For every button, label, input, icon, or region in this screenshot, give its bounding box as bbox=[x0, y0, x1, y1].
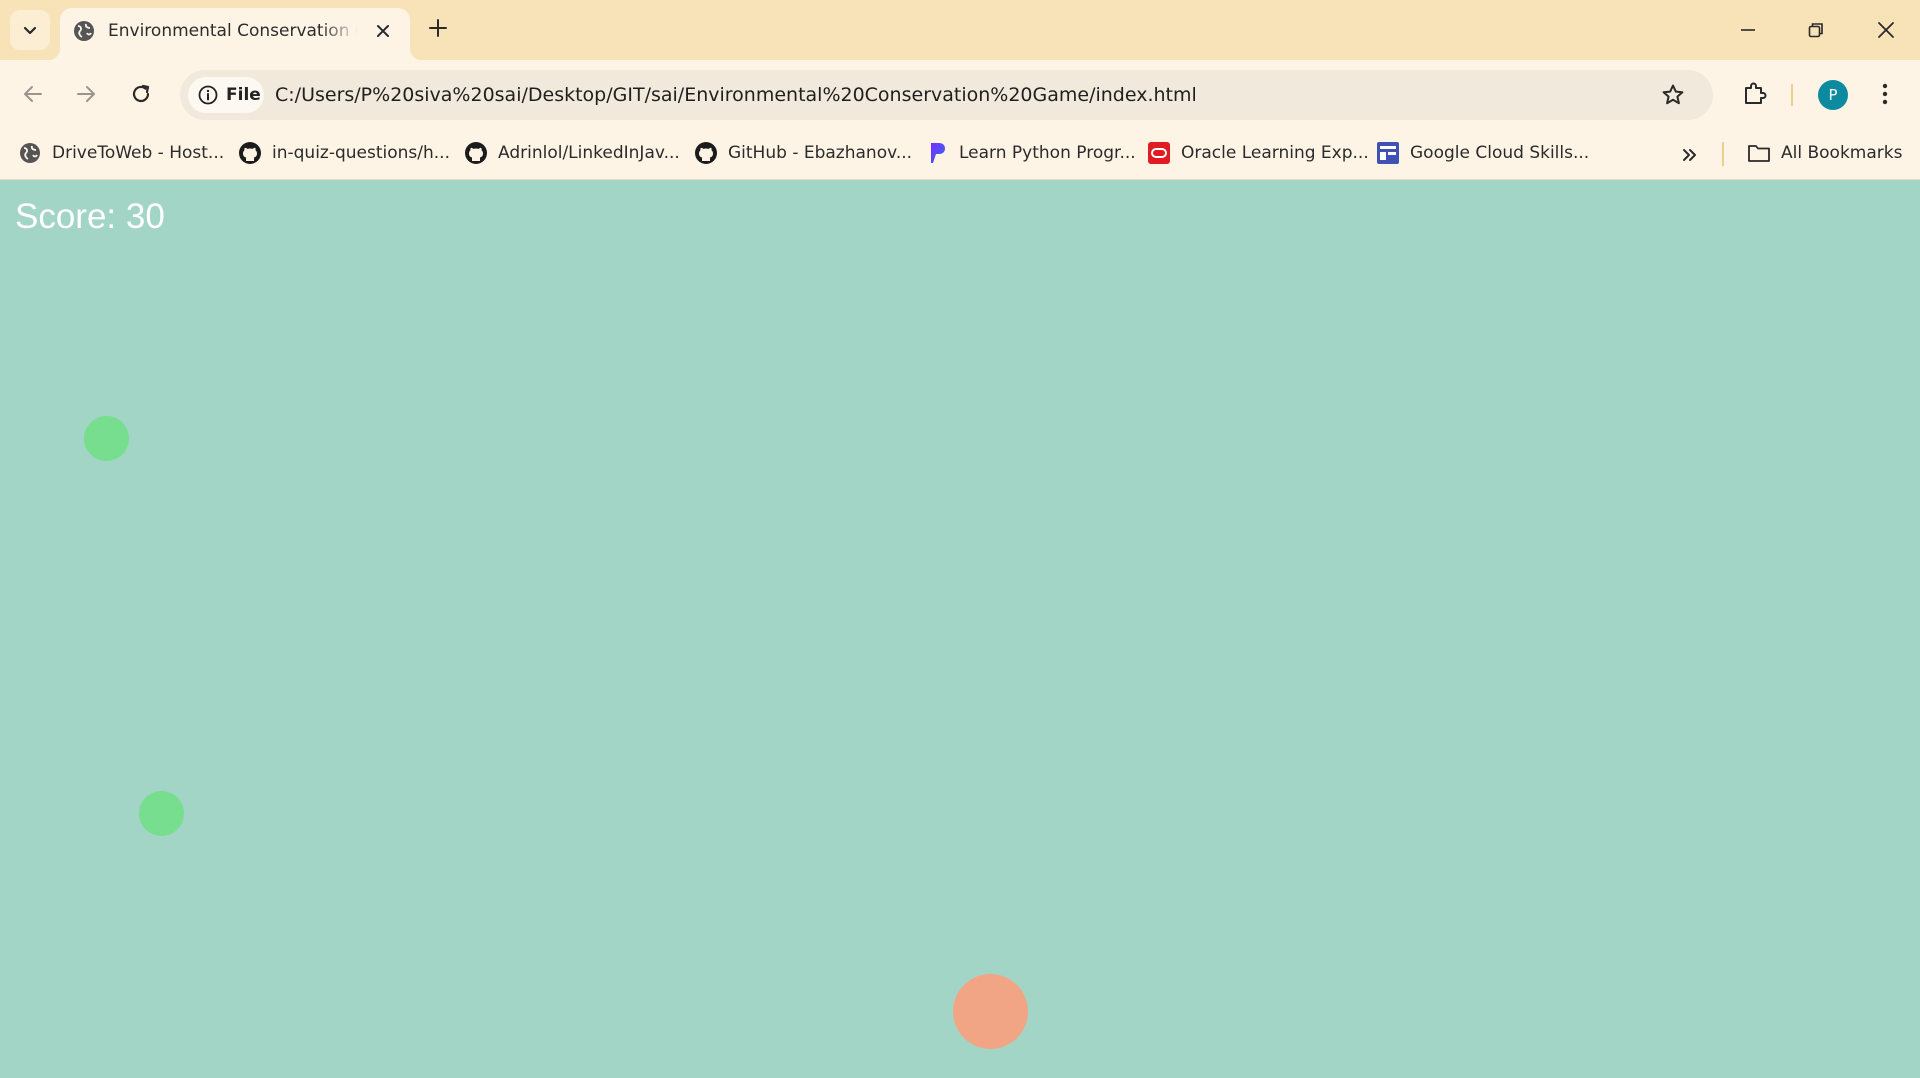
address-bar[interactable]: File C:/Users/P%20siva%20sai/Desktop/GIT… bbox=[180, 70, 1713, 120]
close-icon bbox=[1878, 22, 1894, 38]
folder-icon bbox=[1747, 141, 1771, 165]
all-bookmarks-button[interactable]: All Bookmarks bbox=[1747, 138, 1902, 168]
restore-icon bbox=[1808, 23, 1823, 38]
player-circle[interactable] bbox=[953, 974, 1028, 1049]
globe-icon bbox=[74, 21, 94, 41]
bookmark-item[interactable]: Learn Python Progr... bbox=[925, 138, 1136, 168]
bookmark-label: Oracle Learning Exp... bbox=[1181, 143, 1369, 163]
bookmark-star-button[interactable] bbox=[1660, 82, 1686, 108]
bookmark-label: GitHub - Ebazhanov... bbox=[728, 143, 913, 163]
extensions-button[interactable] bbox=[1734, 74, 1774, 114]
browser-toolbar: File C:/Users/P%20siva%20sai/Desktop/GIT… bbox=[0, 60, 1920, 128]
skills-icon bbox=[1376, 141, 1400, 165]
bookmark-label: Adrinlol/LinkedInJav... bbox=[498, 143, 680, 163]
game-canvas[interactable]: Score: 30 bbox=[0, 181, 1920, 1078]
close-window-button[interactable] bbox=[1852, 0, 1920, 60]
bookmark-label: Google Cloud Skills... bbox=[1410, 143, 1590, 163]
bookmark-item[interactable]: in-quiz-questions/h... bbox=[238, 138, 450, 168]
site-chip-label: File bbox=[226, 85, 261, 105]
bookmark-item[interactable]: DriveToWeb - Host... bbox=[18, 138, 224, 168]
profile-avatar[interactable]: P bbox=[1818, 80, 1848, 110]
new-tab-button[interactable] bbox=[423, 13, 453, 43]
tab-title: Environmental Conservation Game bbox=[108, 21, 358, 41]
minimize-button[interactable] bbox=[1714, 0, 1782, 60]
github-icon bbox=[238, 141, 262, 165]
active-tab[interactable]: Environmental Conservation Game bbox=[48, 8, 422, 60]
p-logo-icon bbox=[925, 141, 949, 165]
toolbar-divider bbox=[1791, 84, 1793, 106]
tab-strip: Environmental Conservation Game bbox=[0, 0, 1920, 60]
more-bookmarks-button[interactable] bbox=[1675, 140, 1705, 170]
url-text[interactable]: C:/Users/P%20siva%20sai/Desktop/GIT/sai/… bbox=[275, 84, 1197, 106]
info-icon bbox=[198, 85, 218, 105]
bookmark-label: in-quiz-questions/h... bbox=[272, 143, 450, 163]
good-item bbox=[139, 791, 184, 836]
back-button[interactable] bbox=[13, 74, 53, 114]
plus-icon bbox=[429, 19, 447, 37]
good-item bbox=[84, 416, 129, 461]
bookmark-item[interactable]: Google Cloud Skills... bbox=[1376, 138, 1589, 168]
tab-close-button[interactable] bbox=[372, 20, 394, 42]
github-icon bbox=[694, 141, 718, 165]
all-bookmarks-label: All Bookmarks bbox=[1781, 143, 1903, 163]
tab-search-button[interactable] bbox=[10, 10, 50, 50]
restore-button[interactable] bbox=[1782, 0, 1850, 60]
browser-menu-button[interactable] bbox=[1870, 74, 1900, 114]
globe-icon bbox=[18, 141, 42, 165]
score-display: Score: 30 bbox=[15, 197, 165, 236]
bookmark-item[interactable]: Adrinlol/LinkedInJav... bbox=[464, 138, 680, 168]
double-chevron-right-icon bbox=[1683, 149, 1696, 161]
minimize-icon bbox=[1741, 29, 1755, 31]
site-info-chip[interactable]: File bbox=[188, 77, 264, 113]
bookmarks-divider bbox=[1722, 142, 1724, 166]
bookmark-label: DriveToWeb - Host... bbox=[52, 143, 225, 163]
reload-button[interactable] bbox=[121, 74, 161, 114]
bookmarks-bar: DriveToWeb - Host... in-quiz-questions/h… bbox=[0, 128, 1920, 180]
arrow-right-icon bbox=[77, 86, 95, 102]
chevron-down-icon bbox=[23, 26, 37, 35]
puzzle-icon bbox=[1745, 82, 1767, 104]
github-icon bbox=[464, 141, 488, 165]
oracle-icon bbox=[1147, 141, 1171, 165]
bookmark-item[interactable]: GitHub - Ebazhanov... bbox=[694, 138, 912, 168]
forward-button[interactable] bbox=[66, 74, 106, 114]
close-icon bbox=[377, 25, 389, 37]
reload-icon bbox=[132, 84, 150, 103]
star-icon bbox=[1662, 84, 1684, 105]
bookmark-item[interactable]: Oracle Learning Exp... bbox=[1147, 138, 1369, 168]
more-vertical-icon bbox=[1882, 83, 1888, 105]
arrow-left-icon bbox=[24, 86, 42, 102]
bookmark-label: Learn Python Progr... bbox=[959, 143, 1136, 163]
